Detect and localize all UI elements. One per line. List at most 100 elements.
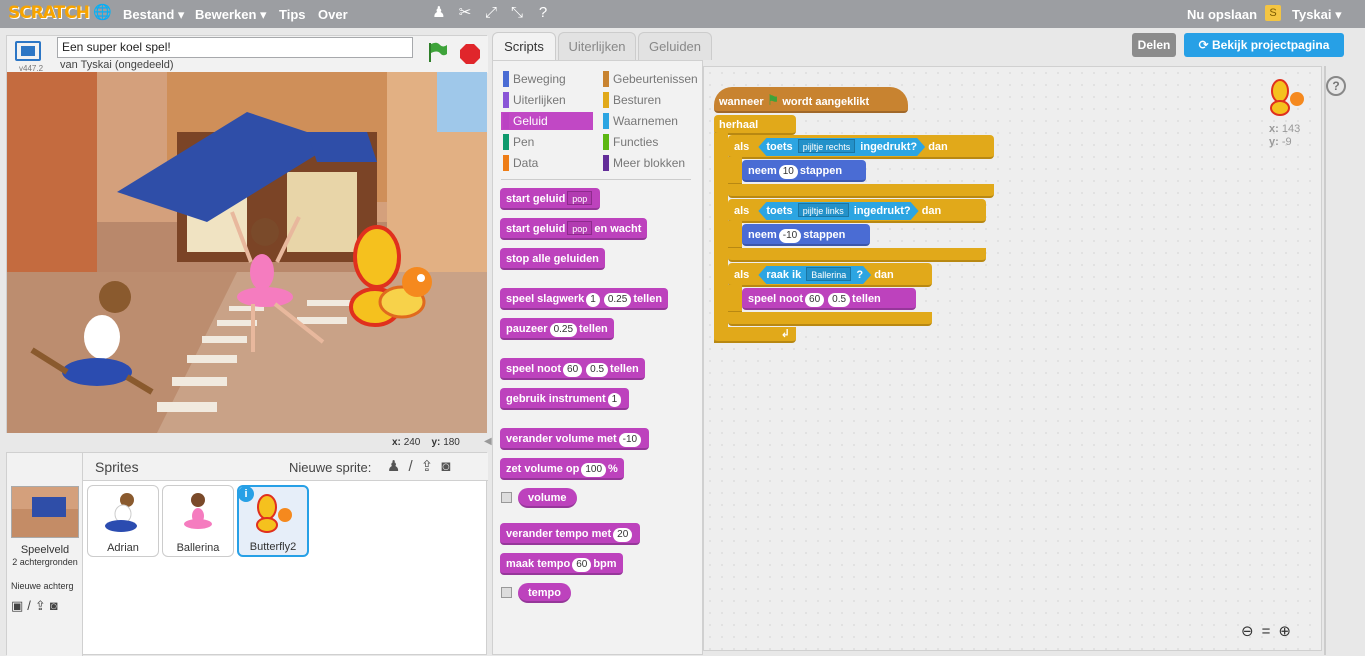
scripts-area[interactable]: wanneer ⚑ wordt aangeklikt herhaal ↲ als… bbox=[703, 66, 1322, 651]
grow-icon[interactable]: ⤢ bbox=[483, 5, 499, 21]
sprite-dropdown[interactable]: Ballerina bbox=[806, 267, 851, 281]
forever-block-foot: ↲ bbox=[714, 327, 796, 343]
sprite-camera-icon[interactable]: ◙ bbox=[441, 458, 458, 475]
tab-costumes[interactable]: Uiterlijken bbox=[558, 32, 636, 60]
block-rest[interactable]: pauzeer 0.25 tellen bbox=[500, 318, 614, 340]
refresh-icon: ⟳ bbox=[1198, 38, 1209, 52]
sprite-library-icon[interactable]: ♟ bbox=[387, 458, 408, 475]
category-pen[interactable]: Pen bbox=[501, 133, 593, 151]
category-events[interactable]: Gebeurtenissen bbox=[601, 70, 698, 88]
block-stop-all-sounds[interactable]: stop alle geluiden bbox=[500, 248, 605, 270]
green-flag-icon[interactable] bbox=[427, 41, 449, 63]
if-block-left[interactable]: als toets pijltje links ingedrukt? dan bbox=[728, 199, 986, 223]
category-control[interactable]: Besturen bbox=[601, 91, 693, 109]
tab-scripts[interactable]: Scripts bbox=[492, 32, 556, 60]
block-set-volume[interactable]: zet volume op 100% bbox=[500, 458, 624, 480]
scratch-logo[interactable]: SCRATCH bbox=[8, 3, 90, 23]
backdrop-upload-icon[interactable]: ⇪ bbox=[35, 598, 50, 613]
backdrop-library-icon[interactable]: ▣ bbox=[11, 598, 27, 613]
new-sprite-tools: ♟/⇪◙ bbox=[387, 457, 458, 475]
block-play-sound-until-done[interactable]: start geluid pop en wacht bbox=[500, 218, 648, 240]
category-motion[interactable]: Beweging bbox=[501, 70, 593, 88]
backdrop-camera-icon[interactable]: ◙ bbox=[50, 598, 62, 613]
palette-divider bbox=[501, 179, 691, 180]
block-set-instrument[interactable]: gebruik instrument 1 bbox=[500, 388, 630, 410]
loop-arrow-icon: ↲ bbox=[780, 328, 790, 340]
y-value: 180 bbox=[443, 437, 460, 448]
key-pressed-condition[interactable]: toets pijltje links ingedrukt? bbox=[758, 202, 918, 220]
reporter-volume[interactable]: volume bbox=[518, 488, 577, 508]
category-looks[interactable]: Uiterlijken bbox=[501, 91, 593, 109]
reporter-tempo[interactable]: tempo bbox=[518, 583, 571, 603]
key-pressed-condition[interactable]: toets pijltje rechts ingedrukt? bbox=[758, 138, 925, 156]
zoom-in-icon[interactable]: ⊕ bbox=[1278, 623, 1299, 640]
help-icon[interactable]: ? bbox=[535, 5, 551, 21]
project-title-input[interactable]: Een super koel spel! bbox=[57, 37, 413, 58]
stage-thumbnail[interactable] bbox=[11, 486, 79, 538]
stage-label: Speelveld bbox=[20, 544, 70, 556]
sprite-y-position: y: -9 bbox=[1269, 136, 1292, 148]
duplicate-icon[interactable]: ♟ bbox=[431, 5, 447, 21]
y-label: y: bbox=[431, 437, 441, 448]
volume-checkbox[interactable] bbox=[501, 492, 512, 503]
block-change-volume[interactable]: verander volume met -10 bbox=[500, 428, 650, 450]
globe-icon[interactable]: 🌐 bbox=[93, 5, 112, 21]
sprite-paint-icon[interactable]: / bbox=[408, 458, 420, 475]
block-play-sound[interactable]: start geluid pop bbox=[500, 188, 601, 210]
menu-about[interactable]: Over bbox=[318, 7, 348, 22]
ballerina-thumbnail bbox=[184, 493, 212, 529]
collapse-stage-icon[interactable]: ◀ bbox=[484, 436, 492, 448]
shrink-icon[interactable]: ⤡ bbox=[509, 5, 525, 21]
move-left-block[interactable]: neem -10 stappen bbox=[742, 224, 870, 246]
key-dropdown[interactable]: pijltje rechts bbox=[798, 139, 856, 153]
block-palette: Beweging Gebeurtenissen Uiterlijken Best… bbox=[492, 60, 703, 655]
category-operators[interactable]: Functies bbox=[601, 133, 693, 151]
tips-help-icon[interactable]: ? bbox=[1326, 76, 1346, 96]
category-data[interactable]: Data bbox=[501, 154, 593, 172]
zoom-out-icon[interactable]: ⊖ bbox=[1241, 623, 1262, 640]
stage-panel: v447.2 Een super koel spel! van Tyskai (… bbox=[6, 35, 488, 433]
if-block-right[interactable]: als toets pijltje rechts ingedrukt? dan bbox=[728, 135, 994, 159]
save-now-button[interactable]: Nu opslaan bbox=[1187, 7, 1257, 22]
new-backdrop-label: Nieuwe achterg bbox=[11, 581, 74, 591]
sprite-tile-adrian[interactable]: Adrian bbox=[87, 485, 159, 557]
mouse-coordinates: x: 240 y: 180 bbox=[392, 437, 460, 448]
category-sound[interactable]: Geluid bbox=[501, 112, 593, 130]
info-icon[interactable]: i bbox=[238, 486, 254, 502]
block-change-tempo[interactable]: verander tempo met 20 bbox=[500, 523, 641, 545]
tab-sounds[interactable]: Geluiden bbox=[638, 32, 712, 60]
sprite-tile-butterfly2[interactable]: i Butterfly2 bbox=[237, 485, 309, 557]
menu-tips[interactable]: Tips bbox=[279, 7, 306, 22]
sprite-upload-icon[interactable]: ⇪ bbox=[421, 458, 442, 475]
zoom-reset-icon[interactable]: = bbox=[1262, 623, 1279, 640]
sprite-tile-ballerina[interactable]: Ballerina bbox=[162, 485, 234, 557]
user-menu[interactable]: Tyskai ▾ bbox=[1292, 7, 1342, 23]
when-flag-clicked-block[interactable]: wanneer ⚑ wordt aangeklikt bbox=[714, 87, 908, 113]
move-right-block[interactable]: neem 10 stappen bbox=[742, 160, 866, 182]
new-sprite-label: Nieuwe sprite: bbox=[289, 460, 372, 475]
if-block-touching[interactable]: als raak ik Ballerina ? dan bbox=[728, 263, 932, 287]
menu-edit[interactable]: Bewerken ▾ bbox=[195, 7, 267, 23]
block-play-drum[interactable]: speel slagwerk 1 0.25 tellen bbox=[500, 288, 669, 310]
x-value: 240 bbox=[403, 437, 421, 448]
stage-canvas[interactable] bbox=[7, 72, 487, 433]
fullscreen-icon[interactable] bbox=[15, 41, 41, 61]
block-play-note[interactable]: speel noot 60 0.5 tellen bbox=[500, 358, 645, 380]
share-button[interactable]: Delen bbox=[1132, 33, 1176, 57]
delete-icon[interactable]: ✂ bbox=[457, 5, 473, 21]
see-project-page-button[interactable]: ⟳ Bekijk projectpagina bbox=[1184, 33, 1344, 57]
forever-block-arm bbox=[714, 133, 728, 343]
block-set-tempo[interactable]: maak tempo 60 bpm bbox=[500, 553, 623, 575]
category-more-blocks[interactable]: Meer blokken bbox=[601, 154, 693, 172]
backdrop-paint-icon[interactable]: / bbox=[27, 598, 35, 613]
sprites-title: Sprites bbox=[95, 459, 139, 475]
menu-bar: SCRATCH 🌐 Bestand ▾ Bewerken ▾ Tips Over… bbox=[0, 0, 1365, 28]
tempo-checkbox[interactable] bbox=[501, 587, 512, 598]
category-sensing[interactable]: Waarnemen bbox=[601, 112, 693, 130]
touching-condition[interactable]: raak ik Ballerina ? bbox=[758, 266, 871, 284]
stop-icon[interactable] bbox=[459, 43, 481, 65]
play-note-block[interactable]: speel noot 60 0.5 tellen bbox=[742, 288, 916, 310]
key-dropdown[interactable]: pijltje links bbox=[798, 203, 849, 217]
menu-file[interactable]: Bestand ▾ bbox=[123, 7, 184, 23]
forever-block[interactable]: herhaal bbox=[714, 115, 796, 135]
